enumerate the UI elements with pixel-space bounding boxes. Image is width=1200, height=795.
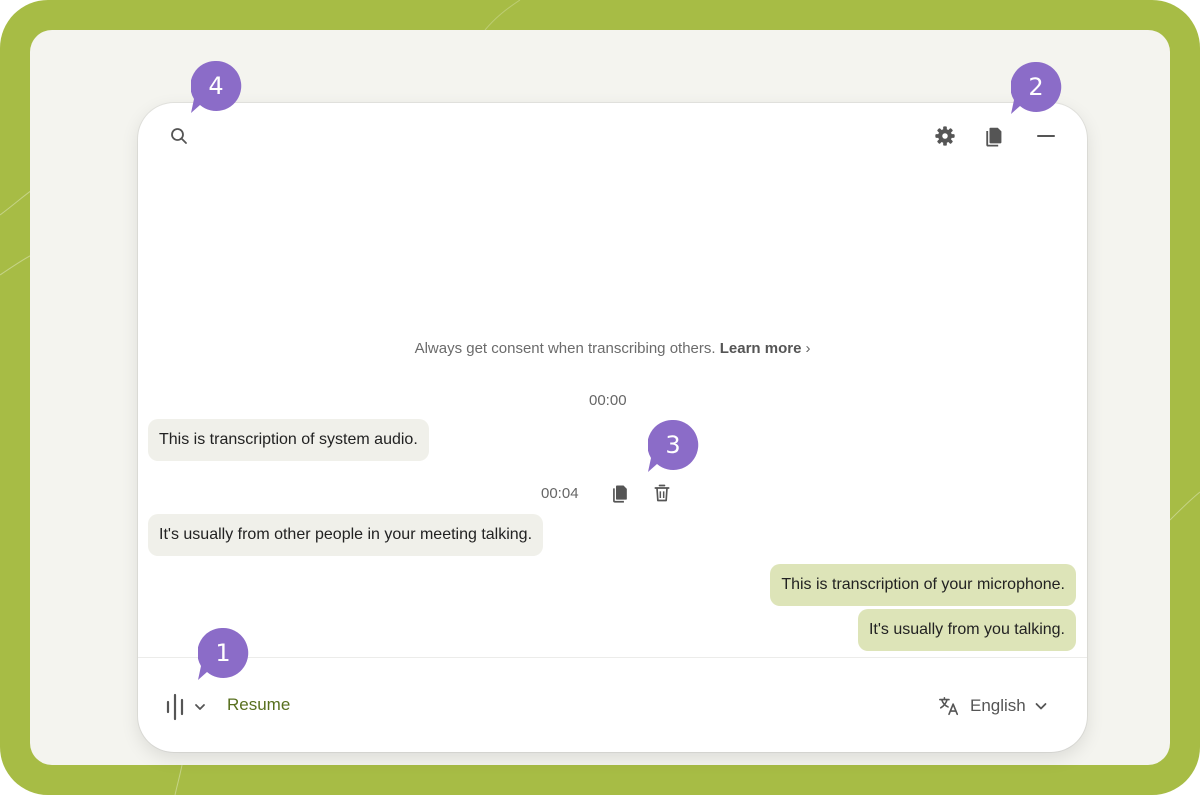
chevron-right-icon: › <box>805 340 811 357</box>
callout-badge: 2 <box>1011 62 1062 114</box>
callout-badge: 4 <box>191 61 242 113</box>
message-timestamp: 00:04 <box>541 485 579 502</box>
microphone-message[interactable]: This is transcription of your microphone… <box>770 564 1076 606</box>
trash-icon <box>654 484 670 502</box>
callout-number: 3 <box>665 431 681 459</box>
footer-divider <box>138 657 1087 658</box>
waveform-icon <box>166 693 205 721</box>
search-button[interactable] <box>165 122 193 150</box>
callout-number: 4 <box>208 72 224 100</box>
microphone-message[interactable]: It's usually from you talking. <box>857 609 1076 651</box>
copy-icon <box>986 127 1002 147</box>
copy-icon <box>613 485 627 503</box>
language-label: English <box>970 696 1026 715</box>
callout-badge: 1 <box>198 628 249 680</box>
minimize-button[interactable] <box>1032 122 1060 150</box>
system-audio-message[interactable]: This is transcription of system audio. <box>148 419 429 461</box>
transcription-window: Always get consent when transcribing oth… <box>138 103 1087 752</box>
callout-badge: 3 <box>648 420 699 472</box>
callout-number: 1 <box>215 639 231 667</box>
delete-message-button[interactable] <box>648 479 676 507</box>
callout-number: 2 <box>1028 73 1044 101</box>
system-audio-message[interactable]: It's usually from other people in your m… <box>148 514 544 556</box>
message-timestamp: 00:00 <box>589 392 627 409</box>
learn-more-link[interactable]: Learn more <box>720 340 802 357</box>
audio-source-dropdown[interactable] <box>162 691 210 723</box>
search-icon <box>171 128 187 144</box>
consent-notice: Always get consent when transcribing oth… <box>138 340 1087 357</box>
minus-icon <box>1037 135 1055 137</box>
gear-icon <box>935 126 955 146</box>
resume-button[interactable]: Resume <box>227 695 290 715</box>
copy-message-button[interactable] <box>607 479 635 507</box>
settings-button[interactable] <box>931 122 959 150</box>
copy-all-button[interactable] <box>981 122 1009 150</box>
language-selector[interactable]: English <box>938 692 1048 720</box>
translate-icon <box>939 696 959 716</box>
chevron-down-icon <box>1035 703 1047 710</box>
consent-text: Always get consent when transcribing oth… <box>414 340 716 357</box>
